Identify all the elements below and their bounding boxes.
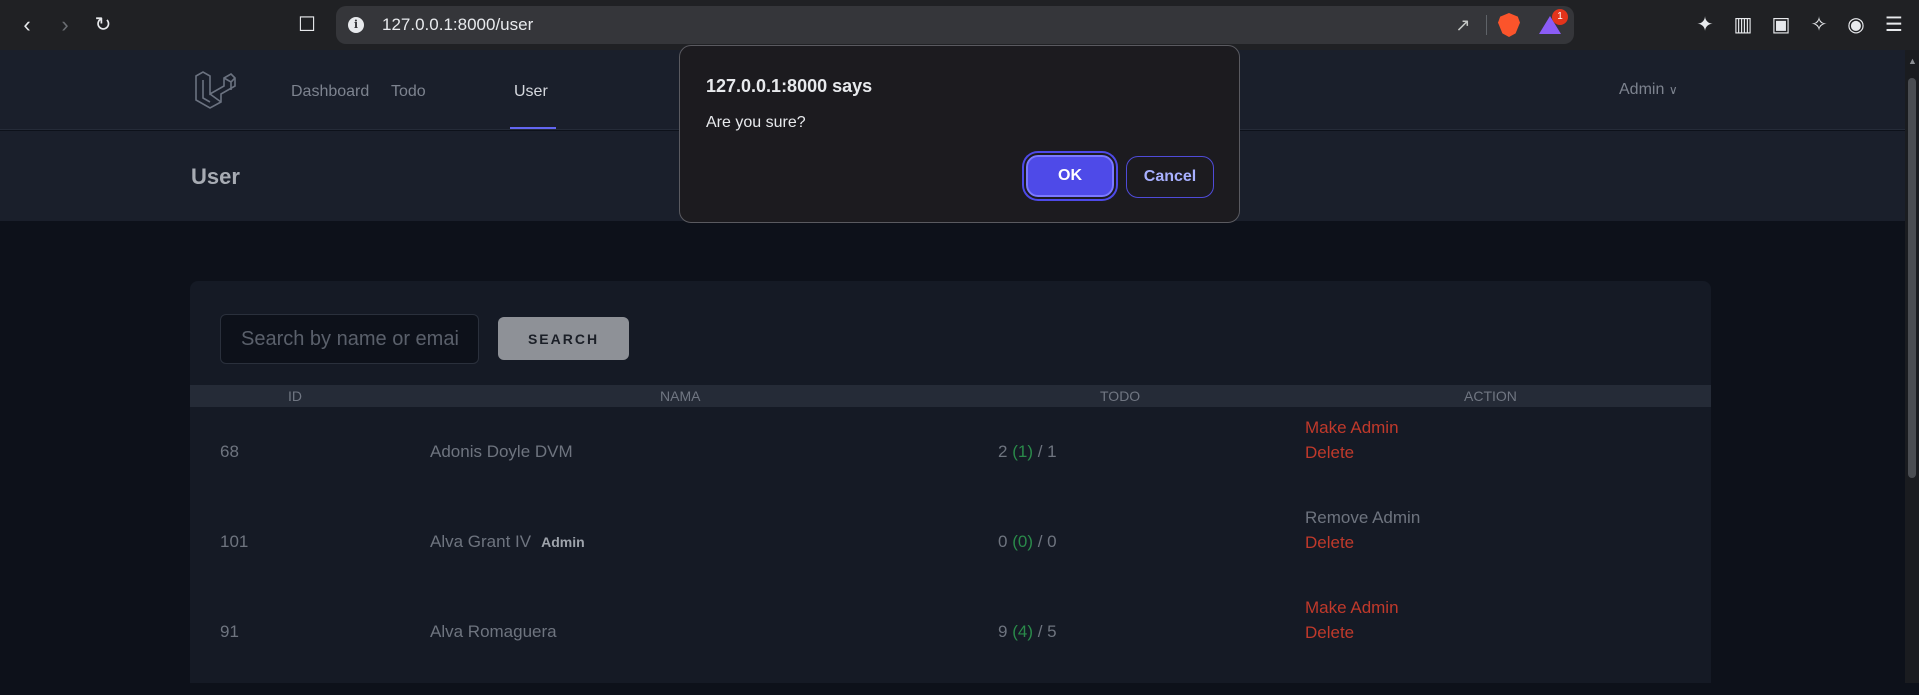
vpn-icon[interactable]: ◉: [1843, 12, 1869, 38]
forward-icon[interactable]: ›: [52, 12, 78, 38]
dialog-message: Are you sure?: [706, 114, 806, 131]
divider: [1486, 15, 1487, 35]
delete-link[interactable]: Delete: [1305, 443, 1354, 463]
todo-done: (4): [1012, 622, 1033, 641]
laravel-logo-icon[interactable]: [194, 70, 236, 110]
cancel-button[interactable]: Cancel: [1126, 156, 1214, 198]
sidebar-icon[interactable]: ▥: [1730, 12, 1756, 38]
make-admin-link[interactable]: Make Admin: [1305, 418, 1399, 438]
header-action: ACTION: [1464, 388, 1517, 404]
nav-todo[interactable]: Todo: [391, 83, 426, 101]
user-menu-label: Admin: [1619, 81, 1665, 98]
active-nav-indicator: [510, 127, 556, 129]
extensions-icon[interactable]: ✦: [1692, 12, 1718, 38]
todo-total: 0: [998, 532, 1008, 551]
rewards-badge: 1: [1552, 9, 1568, 25]
share-icon[interactable]: ↗: [1452, 14, 1474, 36]
page-title: User: [191, 164, 240, 189]
scrollbar-thumb[interactable]: [1908, 78, 1916, 478]
leo-ai-icon[interactable]: ✧: [1806, 12, 1832, 38]
cell-id: 68: [220, 442, 239, 461]
todo-total: 9: [998, 622, 1008, 641]
url-text[interactable]: 127.0.0.1:8000/user: [382, 15, 533, 35]
bookmark-icon[interactable]: ☐: [296, 12, 318, 38]
address-bar[interactable]: i 127.0.0.1:8000/user ↗ 1: [336, 6, 1574, 44]
site-info-icon[interactable]: i: [348, 17, 364, 33]
browser-toolbar: ‹ › ↻ ☐ i 127.0.0.1:8000/user ↗ 1 ✦ ▥ ▣ …: [0, 0, 1919, 50]
cell-name: Alva Romaguera: [430, 622, 557, 641]
user-menu[interactable]: Admin ∨: [1619, 81, 1678, 99]
cell-id: 91: [220, 622, 239, 641]
cell-todo: 9 (4) / 5: [998, 622, 1057, 642]
cell-todo: 2 (1) / 1: [998, 442, 1057, 462]
search-button[interactable]: SEARCH: [498, 317, 629, 360]
remove-admin-link[interactable]: Remove Admin: [1305, 508, 1420, 528]
cell-id: 101: [220, 532, 249, 551]
menu-icon[interactable]: ☰: [1881, 12, 1907, 38]
todo-open: / 0: [1037, 532, 1057, 551]
header-nama: NAMA: [660, 388, 701, 404]
cell-name: Adonis Doyle DVM: [430, 442, 573, 461]
header-todo: TODO: [1100, 388, 1141, 404]
admin-badge: Admin: [541, 534, 585, 550]
ok-button[interactable]: OK: [1024, 153, 1116, 199]
nav-user[interactable]: User: [514, 83, 548, 101]
confirm-dialog: 127.0.0.1:8000 says Are you sure? OK Can…: [679, 45, 1240, 223]
delete-link[interactable]: Delete: [1305, 533, 1354, 553]
brave-shields-icon[interactable]: [1498, 13, 1520, 37]
table-row: 101 Alva Grant IV Admin 0 (0) / 0 Remove …: [190, 508, 1711, 605]
reload-icon[interactable]: ↻: [90, 12, 116, 38]
dialog-title: 127.0.0.1:8000 says: [706, 76, 873, 96]
table-row: 91 Alva Romaguera 9 (4) / 5 Make Admin D…: [190, 598, 1711, 695]
scroll-up-icon[interactable]: ▲: [1908, 56, 1917, 66]
todo-done: (0): [1012, 532, 1033, 551]
todo-open: / 1: [1037, 442, 1057, 461]
nav-dashboard[interactable]: Dashboard: [291, 83, 369, 101]
header-id: ID: [288, 388, 302, 404]
table-row: 68 Adonis Doyle DVM 2 (1) / 1 Make Admin…: [190, 418, 1711, 515]
user-card: SEARCH ID NAMA TODO ACTION 68 Adonis Doy…: [190, 281, 1711, 683]
table-header: ID NAMA TODO ACTION: [190, 385, 1711, 407]
back-icon[interactable]: ‹: [14, 12, 40, 38]
cell-todo: 0 (0) / 0: [998, 532, 1057, 552]
todo-open: / 5: [1037, 622, 1057, 641]
wallet-icon[interactable]: ▣: [1768, 12, 1794, 38]
chevron-down-icon: ∨: [1668, 83, 1678, 97]
user-name: Alva Grant IV: [430, 532, 532, 551]
delete-link[interactable]: Delete: [1305, 623, 1354, 643]
todo-total: 2: [998, 442, 1008, 461]
todo-done: (1): [1012, 442, 1033, 461]
cell-name: Alva Grant IV Admin: [430, 532, 585, 552]
search-input[interactable]: [220, 314, 479, 364]
make-admin-link[interactable]: Make Admin: [1305, 598, 1399, 618]
page-scrollbar[interactable]: ▲: [1905, 50, 1919, 683]
